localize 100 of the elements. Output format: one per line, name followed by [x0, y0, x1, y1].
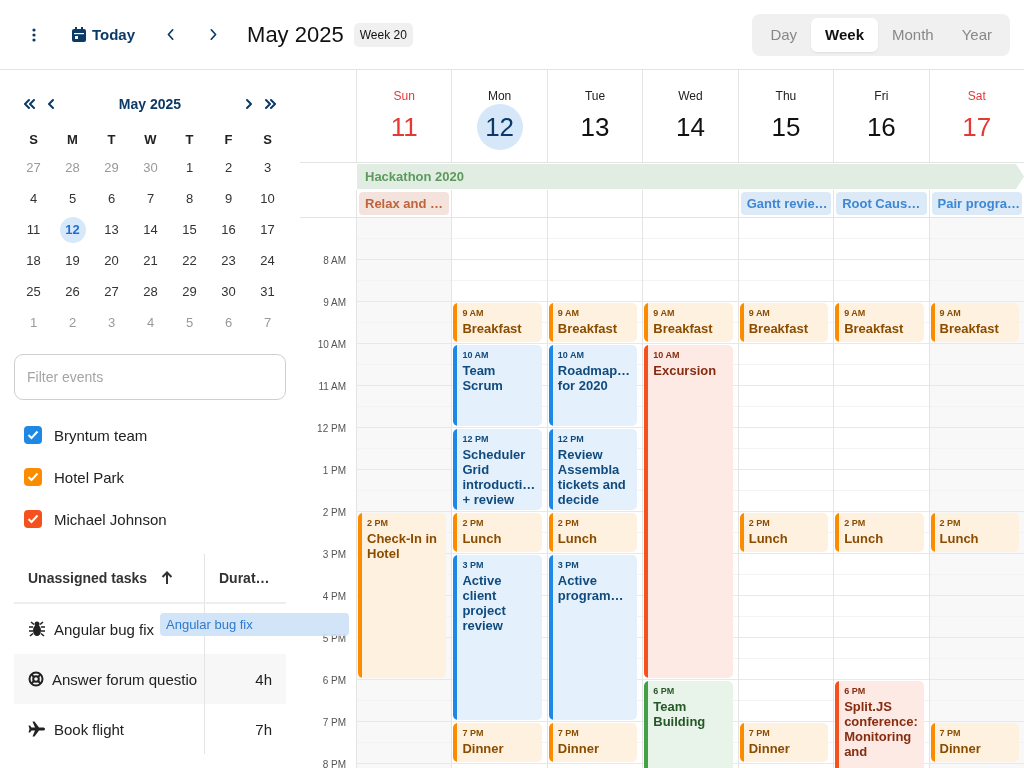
event-card[interactable]: 10 AM Roadmap… for 2020 — [548, 345, 638, 426]
event-time: 2 PM — [557, 518, 580, 529]
event-title: Active client project review — [462, 573, 507, 633]
event-card[interactable]: 3 PM Active program… — [548, 555, 638, 720]
calendar-filter-checkbox[interactable]: Michael Johnson — [14, 498, 173, 540]
calendar-day[interactable]: 15 — [182, 222, 197, 237]
event-title: Breakfast — [557, 321, 619, 336]
event-card[interactable]: 9 AM Breakfast — [453, 303, 542, 342]
event-card[interactable]: 9 AM Breakfast — [739, 303, 829, 342]
day-number[interactable]: 12 — [476, 104, 523, 150]
event-card[interactable]: 12 PM Scheduler Grid introducti… + review — [453, 429, 542, 510]
calendar-day[interactable]: 7 — [146, 191, 155, 206]
task-name: Answer forum questio — [52, 670, 198, 688]
event-time: 12 PM — [557, 434, 585, 445]
today-button[interactable]: Today — [68, 20, 140, 49]
double-chevron-right-icon — [265, 98, 277, 110]
week-number-badge: Week 20 — [353, 22, 413, 47]
event-title: Lunch — [748, 531, 789, 546]
calendar-day[interactable]: 3 — [263, 160, 272, 175]
hour-label: 1 PM — [322, 464, 346, 476]
event-card[interactable]: 12 PM Review Assembla tickets and decide — [548, 429, 638, 510]
event-title: Breakfast — [939, 321, 1000, 336]
calendar-day[interactable]: 27 — [104, 284, 119, 299]
calendar-day[interactable]: 23 — [221, 253, 236, 268]
calendar-day[interactable]: 18 — [26, 253, 41, 268]
event-title: Roadmap… for 2020 — [557, 363, 632, 393]
event-time: 9 AM — [462, 308, 485, 319]
day-number[interactable]: 14 — [667, 104, 714, 150]
event-title: Dinner — [557, 741, 600, 756]
event-card[interactable]: 2 PM Lunch — [835, 513, 924, 552]
event-card[interactable]: 7 PM Dinner — [739, 723, 829, 762]
day-number[interactable]: 11 — [381, 104, 428, 150]
event-time: 9 AM — [557, 308, 580, 319]
calendar-day[interactable]: 13 — [104, 222, 119, 237]
event-card[interactable]: 3 PM Active client project review — [453, 555, 542, 720]
calendar-day[interactable]: 6 — [107, 191, 116, 206]
event-title: Split.JS conference: Monitoring and — [844, 699, 919, 759]
event-time: 12 PM — [462, 434, 490, 445]
day-number[interactable]: 13 — [572, 104, 619, 150]
filter-field[interactable]: Filter events — [14, 354, 286, 400]
calendar-day[interactable]: 1 — [185, 160, 194, 175]
view-tab[interactable]: Week — [811, 17, 878, 52]
calendar-day[interactable]: 26 — [65, 284, 80, 299]
airplane-icon — [28, 721, 46, 737]
event-card[interactable]: 9 AM Breakfast — [548, 303, 638, 342]
event-card[interactable]: 2 PM Lunch — [453, 513, 542, 552]
weekday-label: F — [223, 130, 234, 149]
calendar-filter-checkbox[interactable]: Hotel Park — [14, 456, 131, 498]
event-card[interactable]: 7 PM Dinner — [548, 723, 638, 762]
day-number[interactable]: 17 — [953, 104, 1000, 150]
calendar-day[interactable]: 29 — [182, 284, 197, 299]
event-card[interactable]: 9 AM Breakfast — [644, 303, 733, 342]
column-header: Unassigned tasks — [28, 570, 148, 586]
day-number[interactable]: 15 — [762, 104, 809, 150]
event-time: 9 AM — [653, 308, 676, 319]
event-title: Lunch — [844, 531, 885, 546]
event-card[interactable]: 6 PM Split.JS conference: Monitoring and — [835, 681, 924, 768]
event-card[interactable]: 10 AM Team Scrum — [453, 345, 542, 426]
weekday-name: Fri — [874, 89, 889, 103]
calendar-day[interactable]: 2 — [224, 160, 233, 175]
hour-label: 12 PM — [317, 422, 346, 434]
event-card[interactable]: 9 AM Breakfast — [835, 303, 924, 342]
event-card[interactable]: 2 PM Lunch — [739, 513, 829, 552]
calendar-day[interactable]: 28 — [143, 284, 158, 299]
calendar-day[interactable]: 9 — [224, 191, 233, 206]
event-time: 9 AM — [748, 308, 771, 319]
event-card[interactable]: 7 PM Dinner — [453, 723, 542, 762]
calendar-day[interactable]: 5 — [68, 191, 77, 206]
event-time: 2 PM — [844, 518, 867, 529]
event-title: Lunch — [462, 531, 503, 546]
calendar-day[interactable]: 12 — [59, 216, 86, 243]
event-card[interactable]: 9 AM Breakfast — [930, 303, 1019, 342]
sort-up-icon[interactable] — [161, 571, 174, 585]
calendar-day[interactable]: 11 — [26, 222, 41, 237]
event-card[interactable]: 7 PM Dinner — [930, 723, 1019, 762]
calendar-day[interactable]: 20 — [104, 253, 119, 268]
event-card[interactable]: 2 PM Check-In in Hotel — [358, 513, 447, 678]
calendar-day[interactable]: 16 — [221, 222, 236, 237]
hour-label: 8 PM — [322, 758, 346, 768]
event-card[interactable]: 2 PM Lunch — [930, 513, 1019, 552]
calendar-filter-checkbox[interactable]: Bryntum team — [14, 414, 154, 456]
calendar-day[interactable]: 22 — [182, 253, 197, 268]
calendar-day[interactable]: 25 — [26, 284, 41, 299]
event-card[interactable]: 10 AM Excursion — [644, 345, 733, 678]
calendar-day[interactable]: 21 — [143, 253, 158, 268]
event-card[interactable]: 6 PM Team Building — [644, 681, 733, 768]
event-time: 3 PM — [557, 560, 580, 571]
event-card[interactable]: 2 PM Lunch — [548, 513, 638, 552]
calendar-day[interactable]: 10 — [260, 191, 275, 206]
calendar-day[interactable]: 30 — [221, 284, 236, 299]
event-title: Dinner — [748, 741, 791, 756]
calendar-day[interactable]: 4 — [29, 191, 38, 206]
calendar-day[interactable]: 24 — [260, 253, 275, 268]
calendar-day[interactable]: 17 — [260, 222, 275, 237]
calendar-day[interactable]: 31 — [260, 284, 275, 299]
event-time: 2 PM — [462, 518, 485, 529]
calendar-day[interactable]: 8 — [185, 191, 194, 206]
calendar-day[interactable]: 19 — [65, 253, 80, 268]
day-number[interactable]: 16 — [858, 104, 905, 150]
calendar-day[interactable]: 14 — [143, 222, 158, 237]
